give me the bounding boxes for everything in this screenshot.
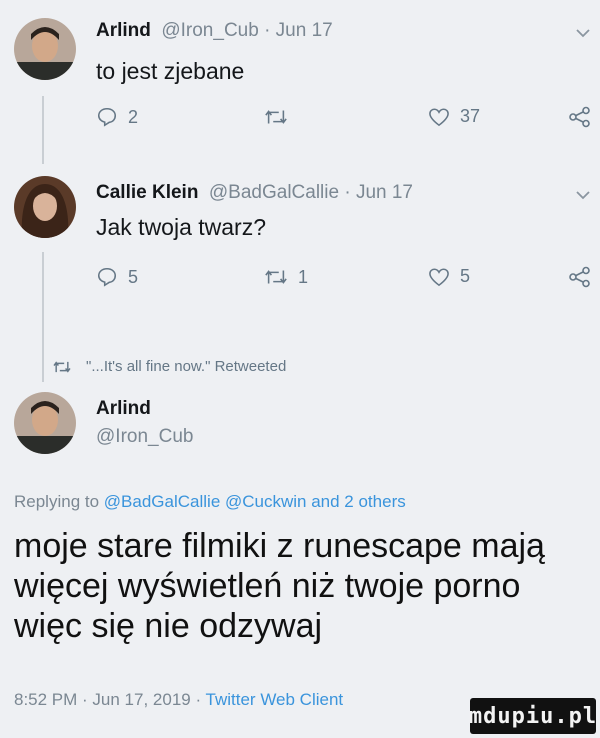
retweet-banner-text: "...It's all fine now." Retweeted bbox=[86, 358, 287, 375]
avatar[interactable] bbox=[14, 392, 76, 454]
retweet-icon bbox=[265, 270, 287, 284]
avatar[interactable] bbox=[14, 176, 76, 238]
like-icon bbox=[429, 107, 449, 126]
like-button[interactable]: 5 bbox=[428, 266, 470, 287]
retweet-icon bbox=[265, 110, 287, 124]
tweet-text: to jest zjebane bbox=[96, 58, 245, 84]
reply-icon bbox=[97, 267, 117, 287]
tweet-timestamp[interactable]: 8:52 PM · Jun 17, 2019 · bbox=[14, 690, 206, 709]
retweet-button[interactable] bbox=[264, 106, 298, 128]
retweet-icon bbox=[53, 360, 71, 373]
share-button[interactable] bbox=[568, 106, 592, 128]
reply-button[interactable]: 5 bbox=[96, 266, 138, 288]
avatar[interactable] bbox=[14, 18, 76, 80]
thread-line bbox=[42, 96, 44, 164]
tweet-text: Jak twoja twarz? bbox=[96, 214, 267, 240]
chevron-down-icon[interactable] bbox=[576, 190, 590, 200]
share-icon bbox=[569, 106, 590, 128]
main-tweet-line: moje stare filmiki z runescape mają bbox=[14, 527, 545, 565]
like-button[interactable]: 37 bbox=[428, 106, 480, 127]
author-name[interactable]: Arlind bbox=[96, 398, 151, 420]
retweet-button[interactable]: 1 bbox=[264, 266, 308, 288]
reply-count: 5 bbox=[128, 266, 139, 287]
author-name[interactable]: Callie Klein bbox=[96, 182, 198, 203]
main-tweet-line: więc się nie odzywaj bbox=[14, 607, 323, 645]
replying-to: Replying to @BadGalCallie @Cuckwin and 2… bbox=[14, 492, 406, 512]
reply-icon bbox=[97, 107, 117, 127]
like-count: 37 bbox=[460, 106, 481, 126]
like-count: 5 bbox=[460, 266, 471, 286]
author-name[interactable]: Arlind bbox=[96, 20, 151, 41]
author-handle[interactable]: @Iron_Cub bbox=[96, 426, 193, 448]
watermark: mdupiu.pl bbox=[468, 698, 598, 734]
reply-count: 2 bbox=[128, 106, 139, 127]
share-button[interactable] bbox=[568, 266, 592, 288]
like-icon bbox=[429, 267, 449, 286]
retweet-banner[interactable]: "...It's all fine now." Retweeted bbox=[52, 358, 286, 375]
main-tweet-text: moje stare filmiki z runescape mają więc… bbox=[14, 526, 545, 646]
author-meta: @BadGalCallie · Jun 17 bbox=[208, 182, 413, 203]
retweet-count: 1 bbox=[298, 266, 309, 287]
replying-to-mentions[interactable]: @BadGalCallie @Cuckwin and 2 others bbox=[104, 492, 406, 511]
share-icon bbox=[569, 266, 590, 288]
tweet-client[interactable]: Twitter Web Client bbox=[206, 690, 344, 709]
chevron-down-icon[interactable] bbox=[576, 28, 590, 38]
author-meta: @Iron_Cub · Jun 17 bbox=[161, 20, 333, 41]
reply-button[interactable]: 2 bbox=[96, 106, 138, 128]
main-tweet-line: więcej wyświetleń niż twoje porno bbox=[14, 567, 521, 605]
replying-to-label: Replying to bbox=[14, 492, 100, 511]
watermark-text: mdupiu.pl bbox=[468, 703, 598, 729]
thread-line bbox=[42, 252, 44, 382]
tweet-footer: 8:52 PM · Jun 17, 2019 · Twitter Web Cli… bbox=[14, 690, 343, 710]
